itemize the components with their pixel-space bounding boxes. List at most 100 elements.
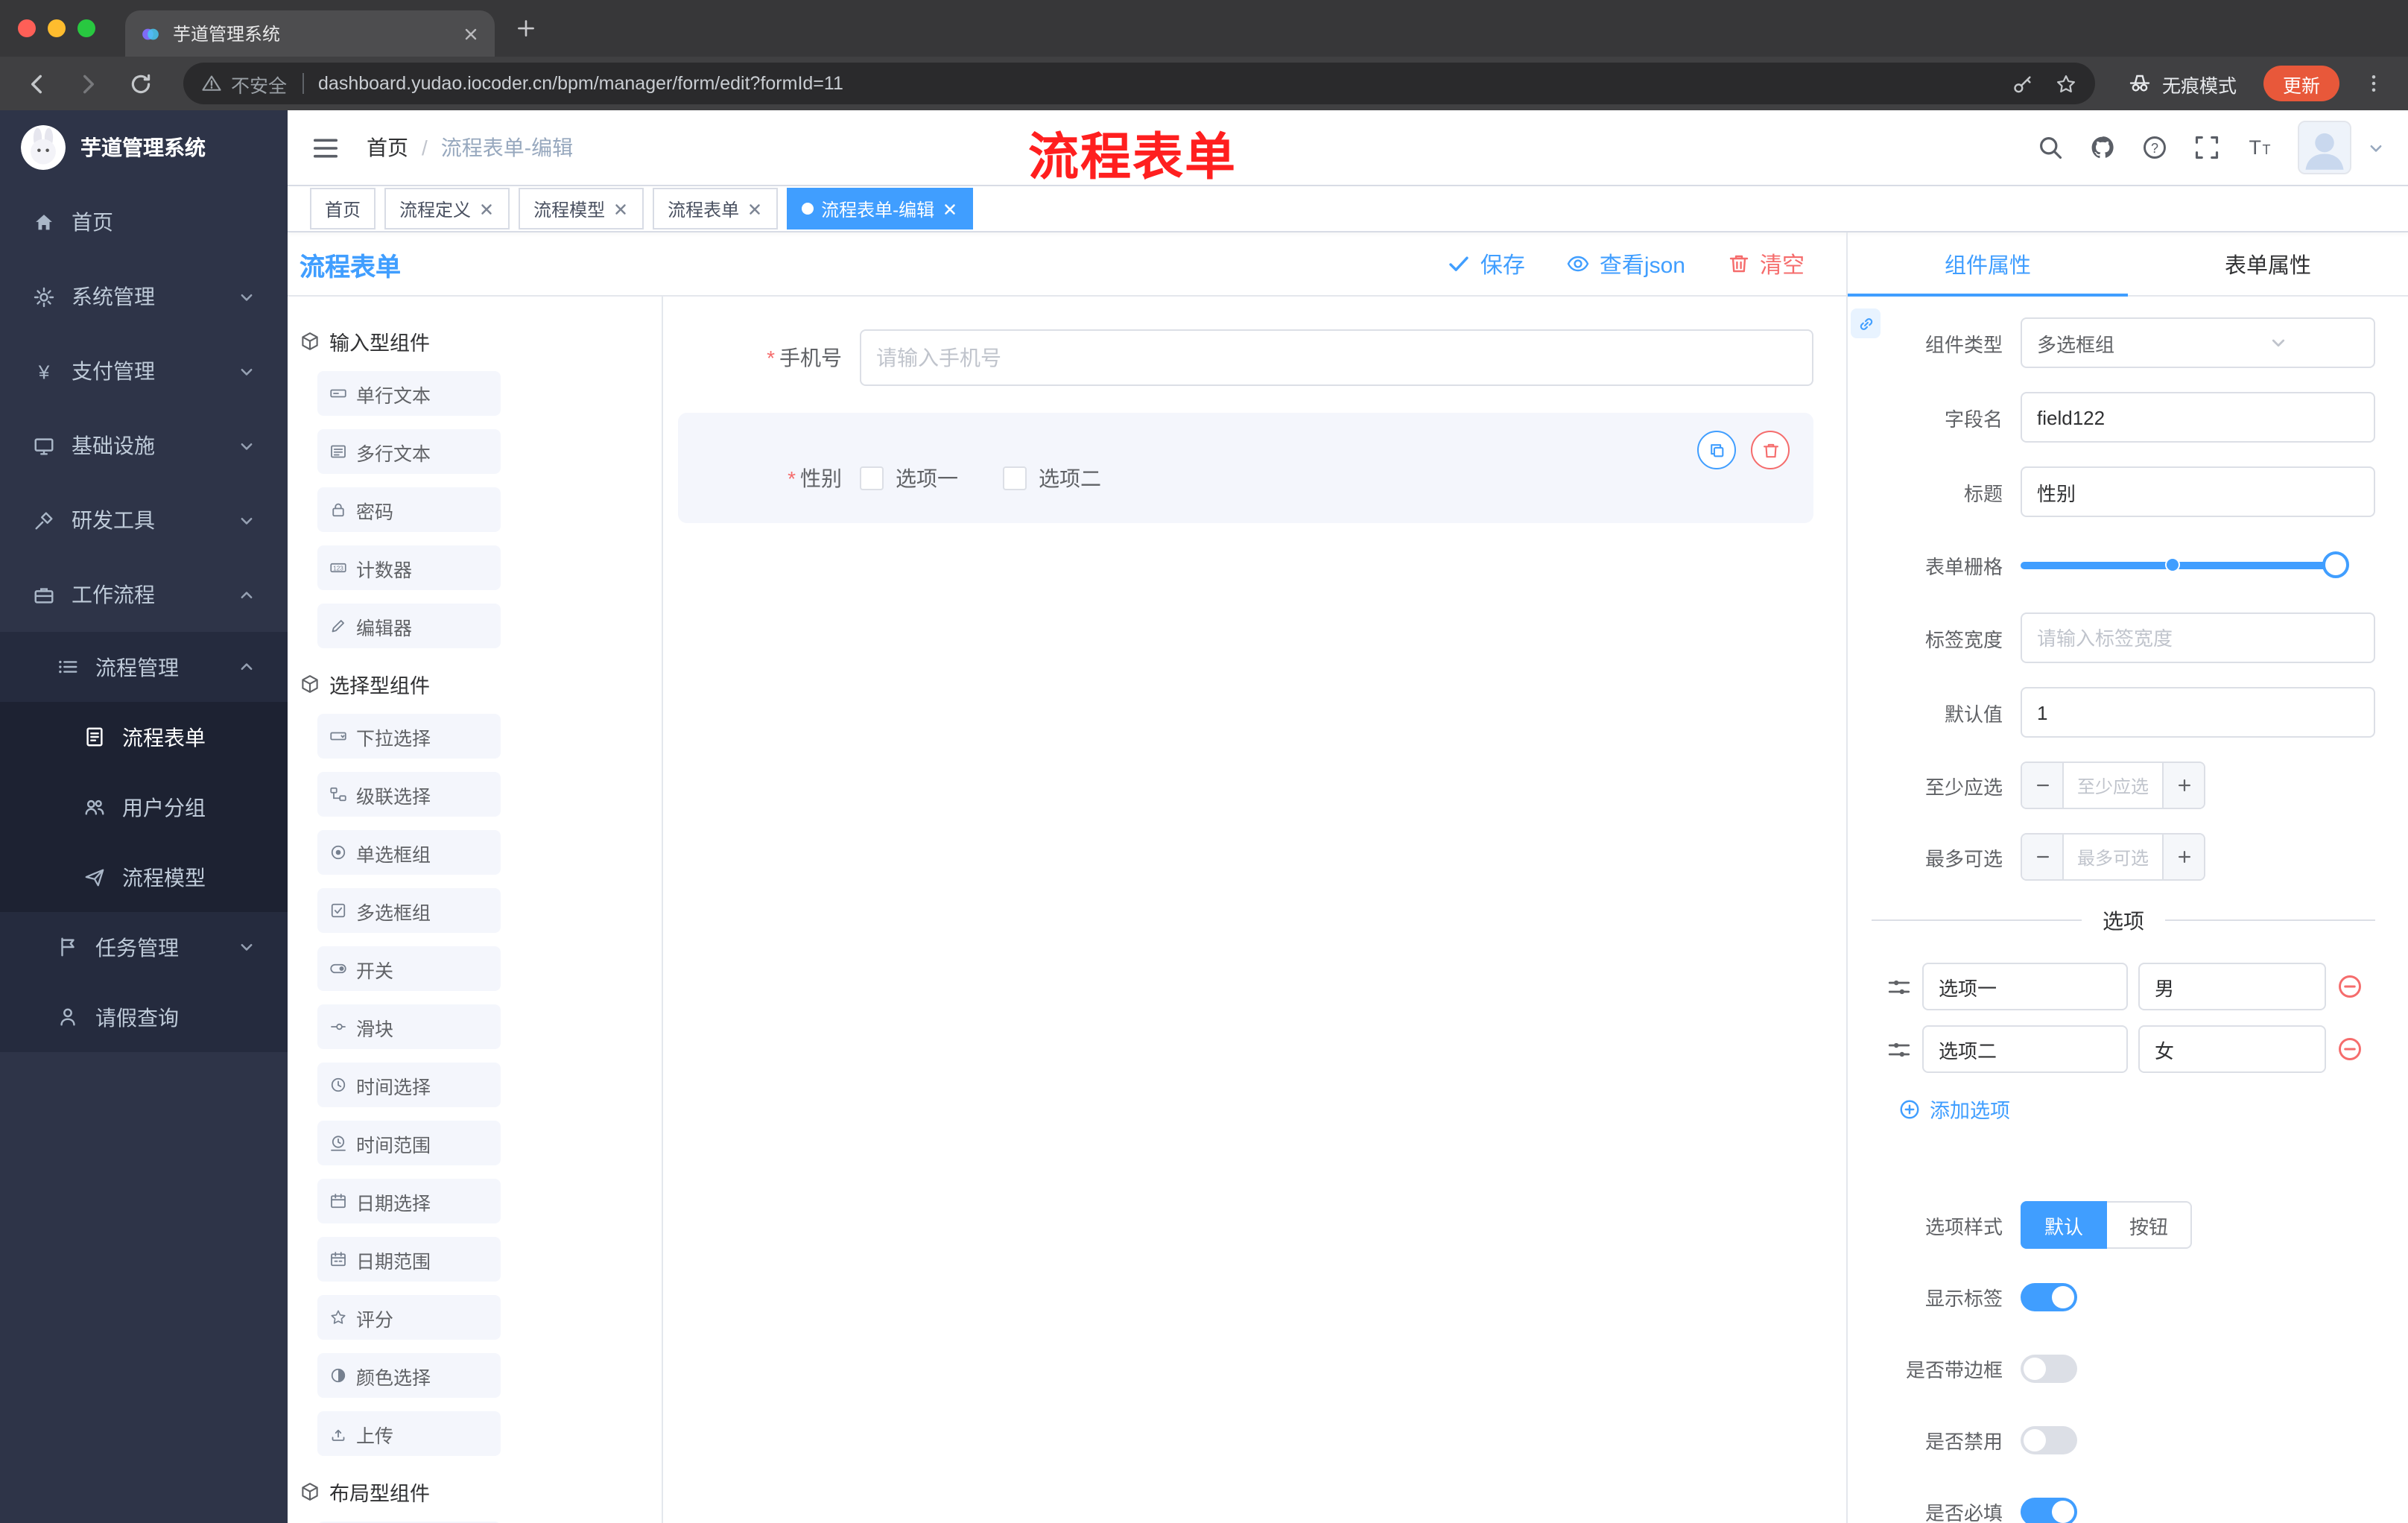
forward-button[interactable]	[76, 71, 101, 96]
drag-handle-icon[interactable]	[1886, 1036, 1912, 1062]
sidebar-item-process-management[interactable]: 流程管理	[0, 632, 288, 702]
sidebar-toggle-button[interactable]	[311, 133, 340, 162]
increase-button[interactable]	[2162, 763, 2204, 808]
sidebar-item-process-form[interactable]: 流程表单	[0, 702, 288, 772]
tab-close-icon[interactable]	[462, 25, 480, 42]
palette-item-rate[interactable]: 评分	[317, 1295, 501, 1340]
tag-process-definition[interactable]: 流程定义	[384, 188, 510, 229]
component-type-select[interactable]: 多选框组	[2021, 317, 2375, 368]
palette-item-date-picker[interactable]: 日期选择	[317, 1179, 501, 1223]
sidebar-item-dev-tools[interactable]: 研发工具	[0, 483, 288, 557]
palette-item-counter[interactable]: 123 计数器	[317, 545, 501, 590]
address-bar[interactable]: 不安全 dashboard.yudao.iocoder.cn/bpm/manag…	[183, 63, 2095, 104]
bookmark-star-icon[interactable]	[2055, 72, 2077, 95]
option-label-input[interactable]	[1922, 1025, 2128, 1073]
palette-item-slider[interactable]: 滑块	[317, 1004, 501, 1049]
palette-item-password[interactable]: 密码	[317, 487, 501, 532]
palette-item-textarea[interactable]: 多行文本	[317, 429, 501, 474]
palette-item-date-range[interactable]: 日期范围	[317, 1237, 501, 1282]
breadcrumb-home[interactable]: 首页	[367, 133, 408, 162]
close-icon[interactable]	[478, 200, 495, 217]
show-label-switch[interactable]	[2021, 1282, 2077, 1311]
add-option-button[interactable]: 添加选项	[1898, 1094, 2381, 1124]
required-switch[interactable]	[2021, 1497, 2077, 1523]
min-count-value[interactable]: 至少应选	[2064, 763, 2162, 808]
palette-item-select[interactable]: 下拉选择	[317, 714, 501, 759]
tab-component-props[interactable]: 组件属性	[1848, 232, 2128, 297]
sidebar-item-payment-management[interactable]: ¥ 支付管理	[0, 334, 288, 408]
key-icon[interactable]	[2012, 72, 2034, 95]
clear-button[interactable]: 清空	[1727, 248, 1805, 279]
option-label-input[interactable]	[1922, 963, 2128, 1010]
decrease-button[interactable]	[2022, 835, 2064, 879]
border-switch[interactable]	[2021, 1354, 2077, 1382]
tag-home[interactable]: 首页	[310, 188, 376, 229]
sidebar-item-leave-query[interactable]: 请假查询	[0, 982, 288, 1052]
gender-component-selected[interactable]: * 性别 选项一 选项二	[678, 413, 1813, 523]
tag-process-form-edit[interactable]: 流程表单-编辑	[787, 188, 974, 229]
search-icon[interactable]	[2037, 134, 2064, 161]
palette-item-color-picker[interactable]: 颜色选择	[317, 1353, 501, 1398]
remove-option-button[interactable]	[2336, 973, 2363, 1000]
palette-item-switch[interactable]: 开关	[317, 946, 501, 991]
increase-button[interactable]	[2162, 835, 2204, 879]
font-size-icon[interactable]: TT	[2246, 134, 2272, 161]
style-default-button[interactable]: 默认	[2021, 1201, 2108, 1249]
style-button-button[interactable]: 按钮	[2107, 1201, 2193, 1249]
delete-component-button[interactable]	[1751, 431, 1790, 469]
slider-handle[interactable]	[2322, 551, 2349, 578]
palette-item-single-text[interactable]: 单行文本	[317, 371, 501, 416]
help-icon[interactable]: ?	[2141, 134, 2168, 161]
sidebar-item-task-management[interactable]: 任务管理	[0, 912, 288, 982]
disabled-switch[interactable]	[2021, 1425, 2077, 1454]
tag-process-model[interactable]: 流程模型	[519, 188, 644, 229]
tab-form-props[interactable]: 表单属性	[2128, 232, 2408, 295]
close-icon[interactable]	[612, 200, 629, 217]
tag-process-form[interactable]: 流程表单	[653, 188, 779, 229]
fullscreen-icon[interactable]	[2193, 134, 2220, 161]
palette-item-upload[interactable]: 上传	[317, 1411, 501, 1456]
window-close-button[interactable]	[18, 19, 36, 37]
avatar[interactable]	[2298, 121, 2351, 174]
back-button[interactable]	[24, 71, 49, 96]
sidebar-item-process-model[interactable]: 流程模型	[0, 842, 288, 912]
chevron-down-icon[interactable]	[2368, 139, 2384, 156]
label-width-input[interactable]	[2021, 612, 2375, 663]
save-button[interactable]: 保存	[1448, 248, 1525, 279]
reload-button[interactable]	[128, 71, 153, 96]
close-icon[interactable]	[747, 200, 763, 217]
title-input[interactable]	[2021, 466, 2375, 517]
browser-tab[interactable]: 芋道管理系统	[125, 10, 495, 57]
update-button[interactable]: 更新	[2263, 66, 2339, 101]
remove-option-button[interactable]	[2336, 1036, 2363, 1063]
sidebar-item-workflow[interactable]: 工作流程	[0, 557, 288, 632]
palette-item-editor[interactable]: 编辑器	[317, 604, 501, 648]
sidebar-item-home[interactable]: 首页	[0, 185, 288, 259]
document-link-icon[interactable]	[1851, 308, 1881, 338]
palette-item-checkbox-group[interactable]: 多选框组	[317, 888, 501, 933]
decrease-button[interactable]	[2022, 763, 2064, 808]
palette-item-time-picker[interactable]: 时间选择	[317, 1063, 501, 1107]
new-tab-button[interactable]	[516, 18, 536, 39]
view-json-button[interactable]: 查看json	[1567, 248, 1685, 279]
logo[interactable]: 芋道管理系统	[0, 110, 288, 185]
copy-component-button[interactable]	[1697, 431, 1736, 469]
option1-checkbox[interactable]: 选项一	[860, 463, 958, 493]
window-minimize-button[interactable]	[48, 19, 66, 37]
sidebar-item-system-management[interactable]: 系统管理	[0, 259, 288, 334]
browser-menu-button[interactable]	[2363, 72, 2384, 95]
close-icon[interactable]	[942, 200, 958, 217]
default-value-input[interactable]	[2021, 687, 2375, 738]
max-count-value[interactable]: 最多可选	[2064, 835, 2162, 879]
palette-item-time-range[interactable]: 时间范围	[317, 1121, 501, 1165]
window-zoom-button[interactable]	[77, 19, 95, 37]
option-value-input[interactable]	[2138, 963, 2326, 1010]
palette-item-radio-group[interactable]: 单选框组	[317, 830, 501, 875]
drag-handle-icon[interactable]	[1886, 974, 1912, 999]
phone-input[interactable]	[860, 329, 1813, 386]
sidebar-item-infrastructure[interactable]: 基础设施	[0, 408, 288, 483]
phone-field[interactable]: * 手机号	[678, 323, 1813, 392]
field-name-input[interactable]	[2021, 392, 2375, 443]
sidebar-item-user-group[interactable]: 用户分组	[0, 772, 288, 842]
form-grid-slider[interactable]	[2021, 541, 2349, 589]
